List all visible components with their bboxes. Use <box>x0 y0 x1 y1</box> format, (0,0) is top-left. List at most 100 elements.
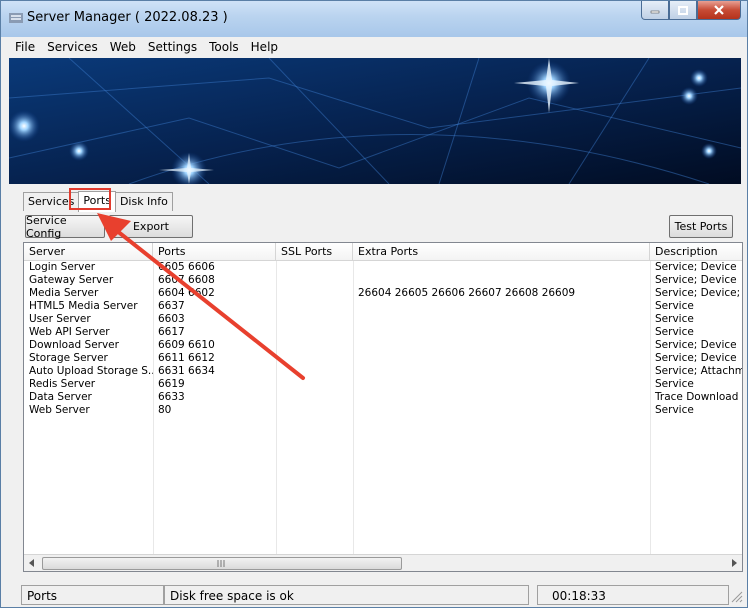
app-icon <box>9 13 23 23</box>
table-row[interactable]: Redis Server 6619 Service <box>24 378 742 391</box>
table-row[interactable]: Auto Upload Storage S... 6631 6634 Service… <box>24 365 742 378</box>
table-row[interactable]: Gateway Server 6607 6608 Service; Device <box>24 274 742 287</box>
menu-help[interactable]: Help <box>245 40 284 54</box>
horizontal-scrollbar[interactable] <box>24 554 742 571</box>
cell-description: Service; Device <box>655 339 737 351</box>
close-button[interactable] <box>697 1 741 20</box>
table-row[interactable]: HTML5 Media Server 6637 Service <box>24 300 742 313</box>
cell-extra-ports <box>353 313 650 326</box>
cell-server: HTML5 Media Server <box>29 300 138 312</box>
cell-ports: 6637 <box>158 300 185 312</box>
ports-tab-highlight <box>69 188 111 210</box>
cell-ssl-ports <box>276 300 353 313</box>
cell-server: Web Server <box>29 404 90 416</box>
grip-icon <box>217 560 225 567</box>
cell-ports: 6604 6602 <box>158 287 215 299</box>
cell-description: Service <box>655 326 694 338</box>
cell-ports: 6611 6612 <box>158 352 215 364</box>
status-panel-disk: Disk free space is ok <box>164 585 529 605</box>
cell-ports: 6603 <box>158 313 185 325</box>
close-icon <box>714 5 724 15</box>
column-header-ssl-ports[interactable]: SSL Ports <box>276 243 353 260</box>
cell-ports: 6605 6606 <box>158 261 215 273</box>
menu-settings[interactable]: Settings <box>142 40 203 54</box>
cell-ssl-ports <box>276 378 353 391</box>
toolbar: Service Config Export Test Ports <box>23 211 739 241</box>
cell-ports: 6631 6634 <box>158 365 215 377</box>
tab-disk-info[interactable]: Disk Info <box>114 192 173 211</box>
cell-ssl-ports <box>276 352 353 365</box>
cell-ports: 80 <box>158 404 172 416</box>
scroll-left-icon[interactable] <box>28 559 36 567</box>
server-manager-window: Server Manager ( 2022.08.23 ) File Servi… <box>0 0 748 608</box>
menu-services[interactable]: Services <box>41 40 104 54</box>
cell-ports: 6633 <box>158 391 185 403</box>
cell-ssl-ports <box>276 313 353 326</box>
cell-description: Service; Attachme <box>655 365 743 377</box>
table-row[interactable]: Download Server 6609 6610 Service; Device <box>24 339 742 352</box>
cell-extra-ports <box>353 391 650 404</box>
scroll-right-icon[interactable] <box>730 559 738 567</box>
cell-extra-ports <box>353 352 650 365</box>
status-bar: Ports Disk free space is ok 00:18:33 <box>21 585 743 605</box>
cell-ports: 6617 <box>158 326 185 338</box>
cell-extra-ports <box>353 339 650 352</box>
table-row[interactable]: Media Server 6604 6602 26604 26605 26606 2… <box>24 287 742 300</box>
table-row[interactable]: Login Server 6605 6606 Service; Device <box>24 261 742 274</box>
table-row[interactable]: Storage Server 6611 6612 Service; Device <box>24 352 742 365</box>
cell-server: Storage Server <box>29 352 108 364</box>
cell-description: Service <box>655 404 694 416</box>
cell-description: Service; Device <box>655 352 737 364</box>
cell-ports: 6607 6608 <box>158 274 215 286</box>
cell-ssl-ports <box>276 365 353 378</box>
title-bar[interactable]: Server Manager ( 2022.08.23 ) <box>1 1 747 37</box>
cell-server: Auto Upload Storage S... <box>29 365 153 377</box>
cell-description: Service <box>655 378 694 390</box>
export-button[interactable]: Export <box>109 215 193 238</box>
cell-server: Redis Server <box>29 378 96 390</box>
table-row[interactable]: Web API Server 6617 Service <box>24 326 742 339</box>
cell-ssl-ports <box>276 326 353 339</box>
status-panel-time: 00:18:33 <box>537 585 729 605</box>
cell-ports: 6619 <box>158 378 185 390</box>
cell-server: Login Server <box>29 261 96 273</box>
cell-ports: 6609 6610 <box>158 339 215 351</box>
service-config-button[interactable]: Service Config <box>25 214 105 240</box>
cell-server: Media Server <box>29 287 99 299</box>
cell-extra-ports <box>353 261 650 274</box>
minimize-button[interactable] <box>641 1 669 20</box>
scrollbar-thumb[interactable] <box>42 557 402 570</box>
column-header-extra-ports[interactable]: Extra Ports <box>353 243 650 260</box>
header-banner-image <box>9 58 741 184</box>
resize-grip-icon[interactable] <box>731 591 743 603</box>
column-header-description[interactable]: Description <box>650 243 742 260</box>
column-header-server[interactable]: Server <box>24 243 153 260</box>
list-header: Server Ports SSL Ports Extra Ports Descr… <box>24 243 742 261</box>
test-ports-button[interactable]: Test Ports <box>669 215 733 238</box>
ports-list[interactable]: Server Ports SSL Ports Extra Ports Descr… <box>23 242 743 572</box>
cell-description: Service <box>655 313 694 325</box>
menu-tools[interactable]: Tools <box>203 40 245 54</box>
maximize-button[interactable] <box>669 1 697 20</box>
cell-extra-ports <box>353 378 650 391</box>
cell-description: Service; Device; W <box>655 287 742 299</box>
table-row[interactable]: User Server 6603 Service <box>24 313 742 326</box>
cell-extra-ports <box>353 326 650 339</box>
cell-description: Trace Download <box>655 391 739 403</box>
cell-extra-ports <box>353 404 650 417</box>
cell-ssl-ports <box>276 261 353 274</box>
table-row[interactable]: Web Server 80 Service <box>24 404 742 417</box>
cell-ssl-ports <box>276 391 353 404</box>
cell-ssl-ports <box>276 287 353 300</box>
cell-extra-ports: 26604 26605 26606 26607 26608 26609 <box>358 287 576 299</box>
cell-server: Gateway Server <box>29 274 114 286</box>
status-panel-mode: Ports <box>21 585 164 605</box>
cell-server: Data Server <box>29 391 92 403</box>
menu-file[interactable]: File <box>9 40 41 54</box>
column-header-ports[interactable]: Ports <box>153 243 276 260</box>
cell-extra-ports <box>353 300 650 313</box>
cell-description: Service; Device <box>655 274 737 286</box>
cell-server: Web API Server <box>29 326 110 338</box>
menu-web[interactable]: Web <box>104 40 142 54</box>
table-row[interactable]: Data Server 6633 Trace Download <box>24 391 742 404</box>
